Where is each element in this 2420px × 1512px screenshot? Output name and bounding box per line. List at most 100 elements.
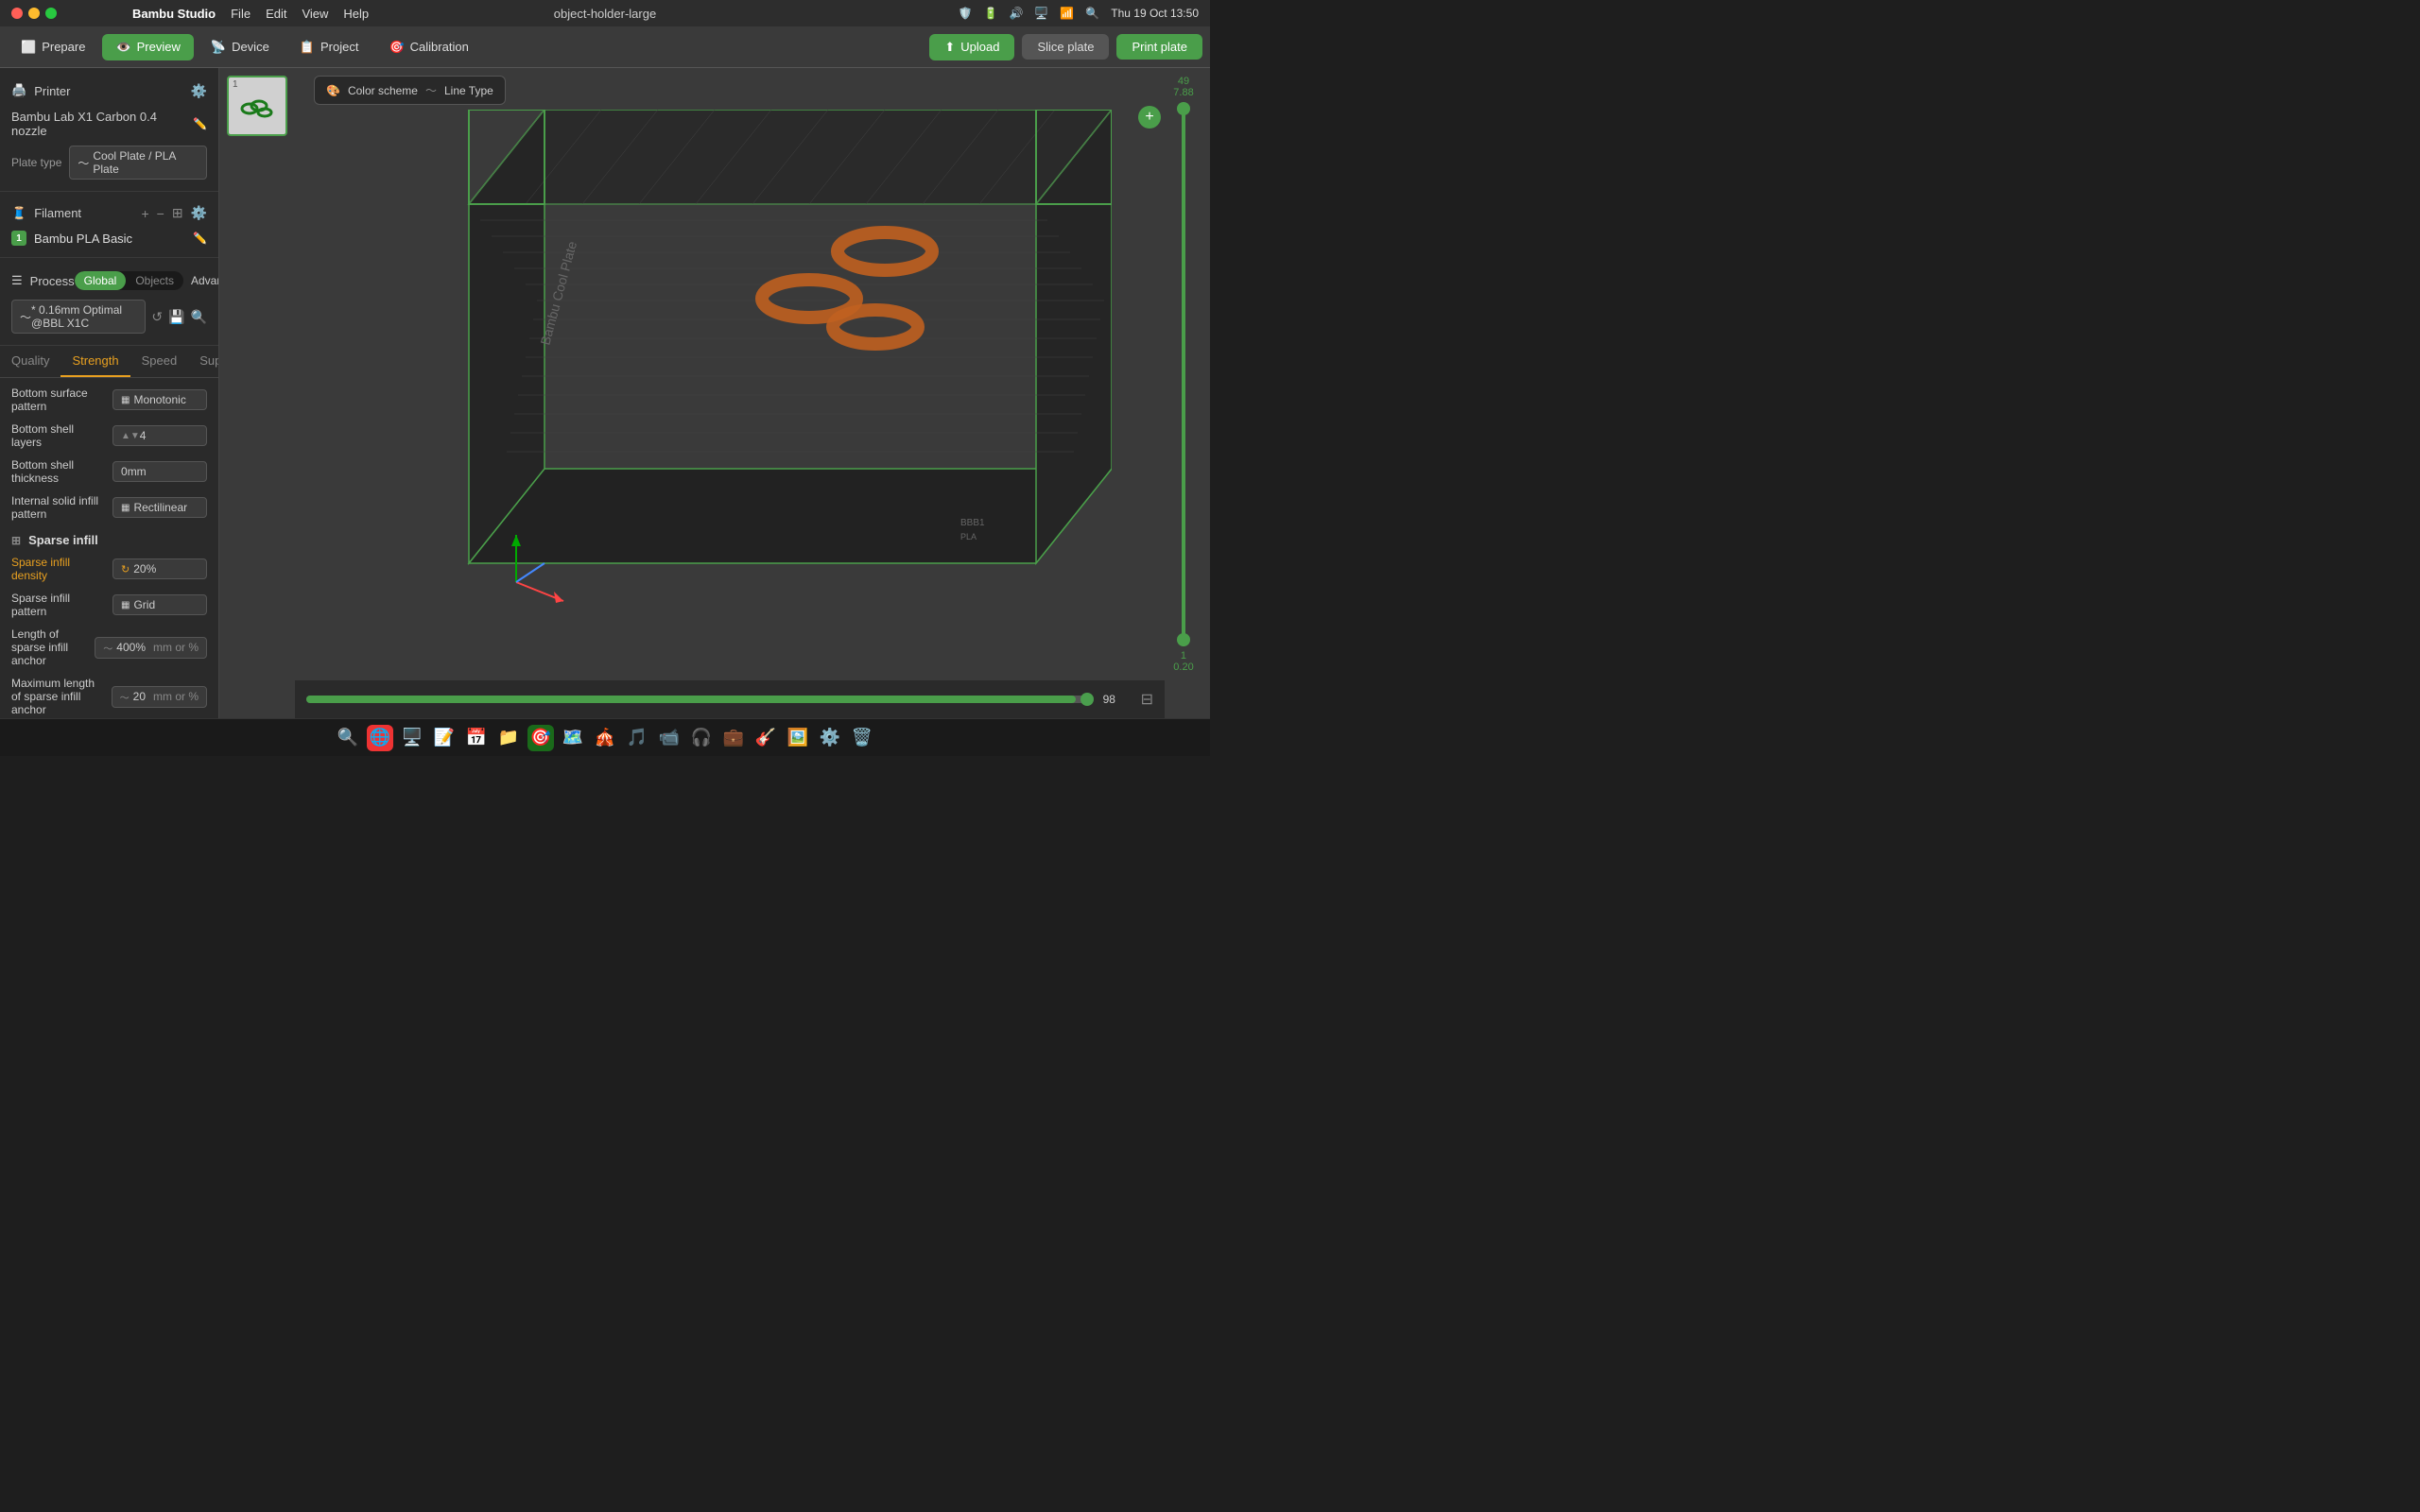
prepare-icon: ⬜ xyxy=(21,40,36,55)
sparse-icon: ⊞ xyxy=(11,534,21,547)
ruler-bot-val: 1 0.20 xyxy=(1173,650,1193,673)
dock-preview[interactable]: 🖼️ xyxy=(785,725,811,751)
dock-facetime[interactable]: 📹 xyxy=(656,725,683,751)
dock-app3[interactable]: 💼 xyxy=(720,725,747,751)
ruler-track[interactable] xyxy=(1182,102,1185,646)
bottom-surface-value: Monotonic xyxy=(133,393,185,406)
printer-section: 🖨️ Printer ⚙️ Bambu Lab X1 Carbon 0.4 no… xyxy=(0,68,218,192)
dock-chrome[interactable]: 🌐 xyxy=(367,725,393,751)
dock-calendar[interactable]: 📅 xyxy=(463,725,490,751)
layers-button[interactable]: ⊟ xyxy=(1141,690,1153,709)
machine-edit-button[interactable]: ✏️ xyxy=(193,117,207,130)
dock-music[interactable]: 🎵 xyxy=(624,725,650,751)
dock-spotify[interactable]: 🎧 xyxy=(688,725,715,751)
menu-help[interactable]: Help xyxy=(343,7,369,21)
dock-bambu[interactable]: 🎯 xyxy=(527,725,554,751)
objects-toggle[interactable]: Objects xyxy=(126,271,183,290)
profile-save-button[interactable]: 💾 xyxy=(168,309,184,325)
slice-plate-button[interactable]: Slice plate xyxy=(1022,34,1109,60)
profile-value: * 0.16mm Optimal @BBL X1C xyxy=(31,303,137,330)
ruler-handle-bottom[interactable] xyxy=(1177,633,1190,646)
tab-speed[interactable]: Speed xyxy=(130,346,189,377)
sparse-infill-density-row: Sparse infill density ↻ 20 % xyxy=(0,551,218,587)
thumbnail-1[interactable]: 1 xyxy=(227,76,287,136)
dock-settings[interactable]: ⚙️ xyxy=(817,725,843,751)
sparse-anchor-dropdown[interactable]: 〜 400% mm or % xyxy=(95,637,207,659)
internal-solid-dropdown[interactable]: ▦ Rectilinear xyxy=(112,497,207,518)
filament-label: 🧵 Filament xyxy=(11,206,81,221)
dock-finder[interactable]: 🔍 xyxy=(335,725,361,751)
filament-sync-button[interactable]: ⊞ xyxy=(172,205,183,221)
dock-trash[interactable]: 🗑️ xyxy=(849,725,875,751)
internal-solid-pattern-row: Internal solid infill pattern ▦ Rectilin… xyxy=(0,490,218,525)
layer-progress-handle[interactable] xyxy=(1080,693,1094,706)
printer-header: 🖨️ Printer xyxy=(11,79,70,102)
maximize-button[interactable] xyxy=(45,8,57,19)
prepare-button[interactable]: ⬜ Prepare xyxy=(8,34,98,60)
dock-app4[interactable]: 🎸 xyxy=(752,725,779,751)
tab-support[interactable]: Support xyxy=(188,346,219,377)
preview-icon: 👁️ xyxy=(115,40,130,55)
dock-notes[interactable]: 📝 xyxy=(431,725,458,751)
sparse-infill-density-input[interactable]: ↻ 20 % xyxy=(112,558,207,579)
close-button[interactable] xyxy=(11,8,23,19)
ruler-handle-top[interactable] xyxy=(1177,102,1190,115)
search-icon[interactable]: 🔍 xyxy=(1085,7,1099,20)
calibration-button[interactable]: 🎯 Calibration xyxy=(375,34,481,60)
dock-maps[interactable]: 🗺️ xyxy=(560,725,586,751)
menu-file[interactable]: File xyxy=(231,7,251,21)
menu-app[interactable]: Bambu Studio xyxy=(132,7,216,21)
bottom-surface-dropdown[interactable]: ▦ Monotonic xyxy=(112,389,207,410)
sparse-infill-section: ⊞ Sparse infill xyxy=(0,525,218,551)
sparse-anchor-caret: 〜 xyxy=(103,641,112,655)
minimize-button[interactable] xyxy=(28,8,40,19)
plate-type-dropdown[interactable]: 〜 Cool Plate / PLA Plate xyxy=(69,146,207,180)
menu-edit[interactable]: Edit xyxy=(266,7,286,21)
internal-solid-label: Internal solid infill pattern xyxy=(11,494,105,521)
profile-search-button[interactable]: 🔍 xyxy=(191,309,207,325)
layer-slider[interactable]: 49 7.88 1 0.20 xyxy=(1165,68,1202,680)
dock-app2[interactable]: 🎪 xyxy=(592,725,618,751)
filament-remove-button[interactable]: − xyxy=(157,205,164,221)
layer-progress-track[interactable] xyxy=(306,696,1092,703)
svg-text:PLA: PLA xyxy=(960,532,977,541)
toolbar-right-group: ⬆ Upload Slice plate Print plate xyxy=(929,34,1202,60)
print-plate-button[interactable]: Print plate xyxy=(1116,34,1202,60)
advanced-label: Advanced xyxy=(191,274,219,287)
global-toggle[interactable]: Global xyxy=(75,271,127,290)
printer-header-row: 🖨️ Printer ⚙️ xyxy=(11,76,207,106)
bottom-shell-thickness-input[interactable]: 0 mm xyxy=(112,461,207,482)
bottom-shell-layers-input[interactable]: ▲▼ 4 xyxy=(112,425,207,446)
preview-label: Preview xyxy=(137,40,181,54)
dock-app1[interactable]: 🖥️ xyxy=(399,725,425,751)
filament-edit-button[interactable]: ✏️ xyxy=(193,232,207,245)
bottom-surface-label: Bottom surface pattern xyxy=(11,387,105,413)
filament-settings-button[interactable]: ⚙️ xyxy=(191,205,207,221)
traffic-lights[interactable] xyxy=(11,8,57,19)
sparse-infill-pattern-dropdown[interactable]: ▦ Grid xyxy=(112,594,207,615)
status-icon: 🛡️ xyxy=(959,7,973,20)
tab-strength[interactable]: Strength xyxy=(60,346,130,377)
pattern-icon: ▦ xyxy=(121,600,130,610)
settings-area: Bottom surface pattern ▦ Monotonic Botto… xyxy=(0,378,218,718)
max-sparse-anchor-label: Maximum length of sparse infill anchor xyxy=(11,677,104,716)
filament-actions: + − ⊞ ⚙️ xyxy=(141,205,207,221)
dock-files[interactable]: 📁 xyxy=(495,725,522,751)
print-bed-3d: Bambu Cool Plate BBB1 PLA xyxy=(393,110,1112,639)
profile-reset-button[interactable]: ↺ xyxy=(151,309,163,325)
preview-button[interactable]: 👁️ Preview xyxy=(102,34,193,60)
tab-quality[interactable]: Quality xyxy=(0,346,60,377)
max-sparse-anchor-input[interactable]: 〜 20 mm or % xyxy=(112,686,207,708)
refresh-icon[interactable]: ↻ xyxy=(121,563,130,576)
sparse-infill-pattern-row: Sparse infill pattern ▦ Grid xyxy=(0,587,218,623)
global-objects-toggle[interactable]: Global Objects xyxy=(75,271,183,290)
filament-add-button[interactable]: + xyxy=(141,205,148,221)
profile-dropdown[interactable]: 〜 * 0.16mm Optimal @BBL X1C xyxy=(11,300,146,334)
project-button[interactable]: 📋 Project xyxy=(286,34,372,60)
printer-settings-button[interactable]: ⚙️ xyxy=(191,83,207,99)
upload-button[interactable]: ⬆ Upload xyxy=(929,34,1014,60)
sparse-infill-density-label: Sparse infill density xyxy=(11,556,105,582)
device-button[interactable]: 📡 Device xyxy=(198,34,283,60)
menu-view[interactable]: View xyxy=(302,7,328,21)
project-label: Project xyxy=(320,40,358,54)
